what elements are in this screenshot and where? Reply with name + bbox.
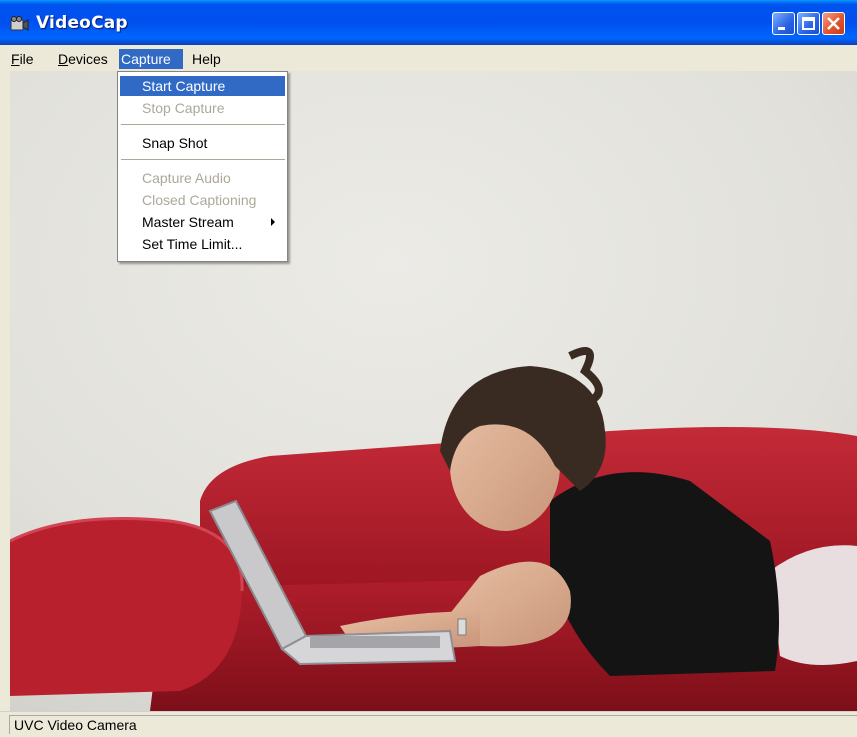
title-bar[interactable]: VideoCap (0, 0, 857, 45)
menu-item-start-capture[interactable]: Start Capture (120, 76, 285, 96)
menu-capture[interactable]: Capture (119, 49, 183, 69)
videocap-window: VideoCap File Devices Capture Help Start… (0, 0, 857, 737)
maximize-button[interactable] (797, 12, 820, 35)
minimize-button[interactable] (772, 12, 795, 35)
menu-item-master-stream[interactable]: Master Stream (120, 212, 285, 232)
status-text: UVC Video Camera (9, 715, 857, 734)
menu-bar: File Devices Capture Help (0, 45, 857, 71)
menu-file-mnemonic: F (11, 51, 20, 67)
menu-item-snap-shot[interactable]: Snap Shot (120, 133, 285, 153)
close-button[interactable] (822, 12, 845, 35)
minimize-icon (778, 27, 785, 30)
menu-item-master-stream-label: Master Stream (142, 214, 234, 230)
menu-devices-label: evices (68, 51, 108, 67)
menu-file-label: ile (19, 51, 34, 67)
menu-item-set-time-limit[interactable]: Set Time Limit... (120, 234, 285, 254)
window-title: VideoCap (36, 13, 128, 33)
menu-item-stop-capture[interactable]: Stop Capture (120, 98, 285, 118)
menu-file[interactable]: File (9, 49, 36, 69)
menu-item-closed-captioning[interactable]: Closed Captioning (120, 190, 285, 210)
submenu-arrow-icon (271, 218, 275, 226)
menu-devices[interactable]: Devices (56, 49, 110, 69)
menu-separator (121, 124, 285, 125)
menu-help[interactable]: Help (190, 49, 223, 69)
close-icon (827, 17, 840, 30)
menu-item-capture-audio[interactable]: Capture Audio (120, 168, 285, 188)
maximize-icon (802, 17, 815, 30)
video-camera-icon (10, 16, 29, 31)
menu-separator (121, 159, 285, 160)
capture-dropdown-menu: Start Capture Stop Capture Snap Shot Cap… (117, 71, 288, 262)
menu-devices-mnemonic: D (58, 51, 69, 67)
status-bar: UVC Video Camera (0, 711, 857, 737)
